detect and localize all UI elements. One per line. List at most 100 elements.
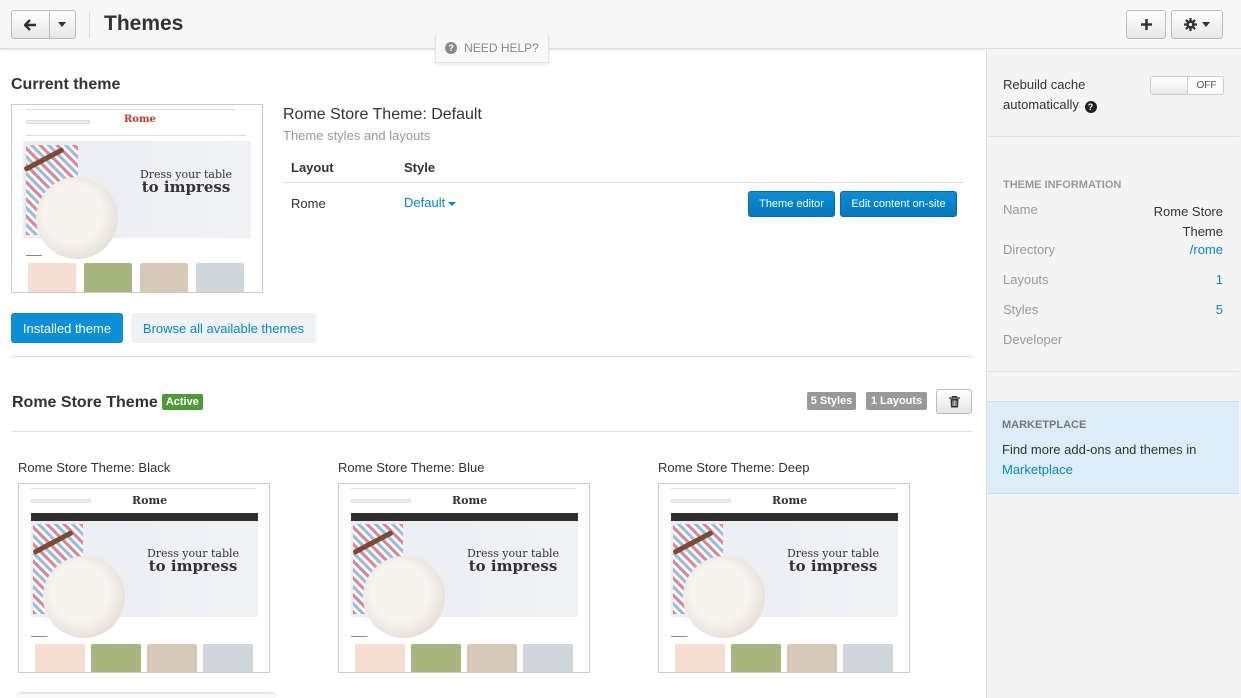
- arrow-left-icon: [23, 18, 36, 31]
- preview-product: [28, 263, 76, 292]
- preview-topline: [351, 488, 576, 489]
- preview-product: [35, 644, 85, 672]
- info-value-directory[interactable]: /rome: [1190, 242, 1223, 257]
- question-circle-icon: ?: [445, 42, 458, 54]
- preview-product: [467, 644, 517, 672]
- col-style: Style: [404, 160, 436, 175]
- layouts-table-header: Layout Style: [283, 152, 964, 183]
- preview-product: [203, 644, 253, 672]
- preview-deals-label: [26, 255, 42, 256]
- preview-product: [91, 644, 141, 672]
- installed-theme-name: Rome Store Theme: [12, 394, 158, 411]
- preview-headline-2: to impress: [141, 178, 231, 196]
- preview-logo: Rome: [124, 114, 156, 125]
- preview-product: [84, 263, 132, 292]
- delete-theme-button[interactable]: [936, 389, 972, 414]
- rebuild-cache-toggle[interactable]: OFF: [1150, 76, 1224, 95]
- installed-theme-title: Rome Store Theme Active: [12, 394, 203, 412]
- info-value-layouts[interactable]: 1: [1216, 272, 1223, 287]
- settings-button[interactable]: [1171, 10, 1223, 39]
- preview-topline: [671, 488, 896, 489]
- preview-product: [731, 644, 781, 672]
- preview-product: [411, 644, 461, 672]
- need-help-tab[interactable]: ? NEED HELP?: [435, 34, 549, 63]
- top-toolbar: Themes: [0, 0, 1241, 49]
- preview-product: [675, 644, 725, 672]
- info-label-styles: Styles: [1003, 302, 1039, 317]
- style-preview-deep[interactable]: Rome Dress your table to impress: [658, 483, 910, 673]
- divider: [12, 431, 972, 432]
- divider: [987, 371, 1239, 372]
- preview-search: [26, 120, 90, 124]
- style-card-title: Rome Store Theme: Blue: [338, 460, 485, 475]
- style-dropdown[interactable]: Default: [404, 195, 457, 210]
- info-label-layouts: Layouts: [1003, 272, 1049, 287]
- page-title: Themes: [104, 12, 184, 35]
- sidebar: Rebuild cache automatically ? OFF THEME …: [986, 49, 1241, 698]
- preview-product: [355, 644, 405, 672]
- marketplace-link[interactable]: Marketplace: [1002, 462, 1073, 477]
- edit-content-onsite-button[interactable]: Edit content on-site: [840, 191, 957, 217]
- info-label-name: Name: [1003, 202, 1038, 217]
- current-theme-preview[interactable]: Rome Dress your table to impress: [11, 104, 263, 293]
- current-theme-subheading: Theme styles and layouts: [283, 128, 431, 143]
- preview-headline-2: to impress: [148, 557, 238, 575]
- info-value-styles[interactable]: 5: [1216, 302, 1223, 317]
- divider: [11, 356, 973, 357]
- preview-product: [787, 644, 837, 672]
- rebuild-cache-text: Rebuild cache automatically: [1003, 77, 1086, 112]
- preview-plate: [683, 556, 765, 638]
- gear-icon: [1184, 18, 1197, 31]
- back-dropdown-button[interactable]: [50, 11, 75, 38]
- preview-product: [843, 644, 893, 672]
- toolbar-divider: [89, 12, 90, 38]
- preview-search: [31, 499, 91, 503]
- preview-deals-label: [671, 636, 687, 637]
- info-label-directory: Directory: [1003, 242, 1056, 257]
- caret-down-icon: [58, 22, 67, 27]
- preview-deals-label: [351, 636, 367, 637]
- preview-deals-label: [31, 636, 47, 637]
- info-value-name: Rome Store Theme: [1153, 204, 1223, 239]
- preview-logo: Rome: [132, 494, 168, 507]
- info-label-developer: Developer: [1003, 332, 1063, 347]
- layouts-count-badge: 1 Layouts: [866, 392, 927, 410]
- preview-product: [140, 263, 188, 292]
- marketplace-caption: MARKETPLACE: [1002, 419, 1087, 431]
- preview-product: [196, 263, 244, 292]
- col-layout: Layout: [291, 160, 334, 175]
- current-theme-heading: Rome Store Theme: Default: [283, 106, 482, 123]
- preview-plate: [36, 177, 118, 259]
- back-button-group: [11, 10, 76, 39]
- style-card-title: Rome Store Theme: Deep: [658, 460, 810, 475]
- tab-browse-themes[interactable]: Browse all available themes: [131, 313, 316, 343]
- caret-down-icon: [1202, 22, 1210, 27]
- preview-topline: [31, 488, 256, 489]
- caret-down-icon: [448, 201, 457, 206]
- preview-product: [147, 644, 197, 672]
- back-button[interactable]: [12, 11, 50, 38]
- preview-headline-2: to impress: [788, 557, 878, 575]
- style-dropdown-label: Default: [404, 195, 446, 210]
- preview-navbar: [31, 513, 258, 521]
- scroll-shadow: [18, 694, 274, 698]
- preview-plate: [43, 556, 125, 638]
- preview-plate: [363, 556, 445, 638]
- question-circle-icon: ?: [1084, 101, 1097, 113]
- tab-installed-theme[interactable]: Installed theme: [11, 313, 123, 343]
- preview-logo: Rome: [452, 494, 488, 507]
- preview-logo: Rome: [772, 494, 808, 507]
- current-theme-title: Current theme: [11, 76, 121, 93]
- preview-nav: [26, 135, 246, 136]
- preview-topline: [26, 109, 236, 110]
- row-layout-name: Rome: [291, 196, 326, 211]
- trash-icon: [948, 395, 960, 407]
- marketplace-text: Find more add-ons and themes in: [1002, 442, 1197, 457]
- style-preview-blue[interactable]: Rome Dress your table to impress: [338, 483, 590, 673]
- theme-editor-button[interactable]: Theme editor: [748, 191, 835, 217]
- preview-navbar: [671, 513, 898, 521]
- style-preview-black[interactable]: Rome Dress your table to impress: [18, 483, 270, 673]
- add-theme-button[interactable]: [1126, 10, 1166, 39]
- table-row: Rome Default Theme editor Edit content o…: [283, 183, 964, 223]
- toggle-knob: [1151, 77, 1188, 94]
